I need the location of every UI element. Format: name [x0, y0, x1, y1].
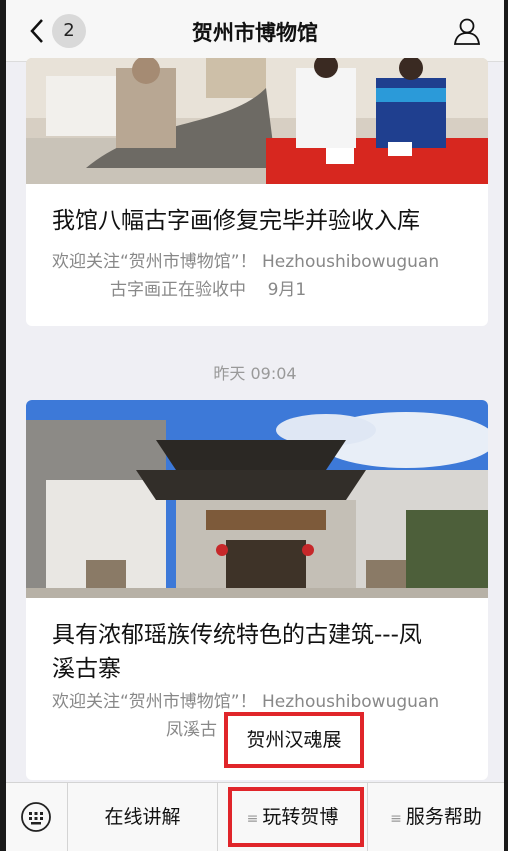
- article-thumbnail: [26, 400, 488, 598]
- article-title[interactable]: 我馆八幅古字画修复完毕并验收入库: [52, 204, 468, 238]
- chat-screen: 2 贺州市博物馆 我馆八幅古字画修复完毕并验收入库 欢迎关注“贺州市博物馆”！ …: [6, 0, 504, 851]
- article-thumbnail: [26, 58, 488, 184]
- article-desc: 欢迎关注“贺州市博物馆”！ Hezhoushibowuguan: [52, 252, 440, 272]
- page-title: 贺州市博物馆: [192, 21, 318, 45]
- keyboard-icon: [21, 802, 51, 832]
- submenu-lines-icon: ≡: [246, 811, 259, 827]
- menu-label: 玩转贺博: [262, 806, 339, 828]
- article-title[interactable]: 具有浓郁瑶族传统特色的古建筑---凤: [52, 618, 468, 652]
- keyboard-toggle-button[interactable]: [6, 783, 68, 851]
- menu-label: 服务帮助: [405, 806, 482, 828]
- menu-online-guide[interactable]: 在线讲解: [68, 783, 218, 851]
- menu-explore-museum[interactable]: ≡ 玩转贺博: [218, 783, 368, 851]
- user-icon[interactable]: [452, 16, 482, 46]
- bottom-menu-bar: 在线讲解 ≡ 玩转贺博 ≡ 服务帮助: [6, 782, 504, 851]
- article-title[interactable]: 溪古寨: [52, 652, 468, 686]
- menu-label: 在线讲解: [104, 806, 181, 828]
- article-desc: 古字画正在验收中 9月1: [110, 280, 307, 300]
- menu-service-help[interactable]: ≡ 服务帮助: [368, 783, 504, 851]
- nav-header: 2 贺州市博物馆: [6, 0, 504, 62]
- article-card[interactable]: 我馆八幅古字画修复完毕并验收入库 欢迎关注“贺州市博物馆”！ Hezhoushi…: [26, 58, 488, 326]
- submenu-lines-icon: ≡: [390, 811, 402, 827]
- submenu-item-hanhun-exhibition[interactable]: 贺州汉魂展: [224, 712, 364, 768]
- message-timestamp: 昨天 09:04: [213, 364, 297, 383]
